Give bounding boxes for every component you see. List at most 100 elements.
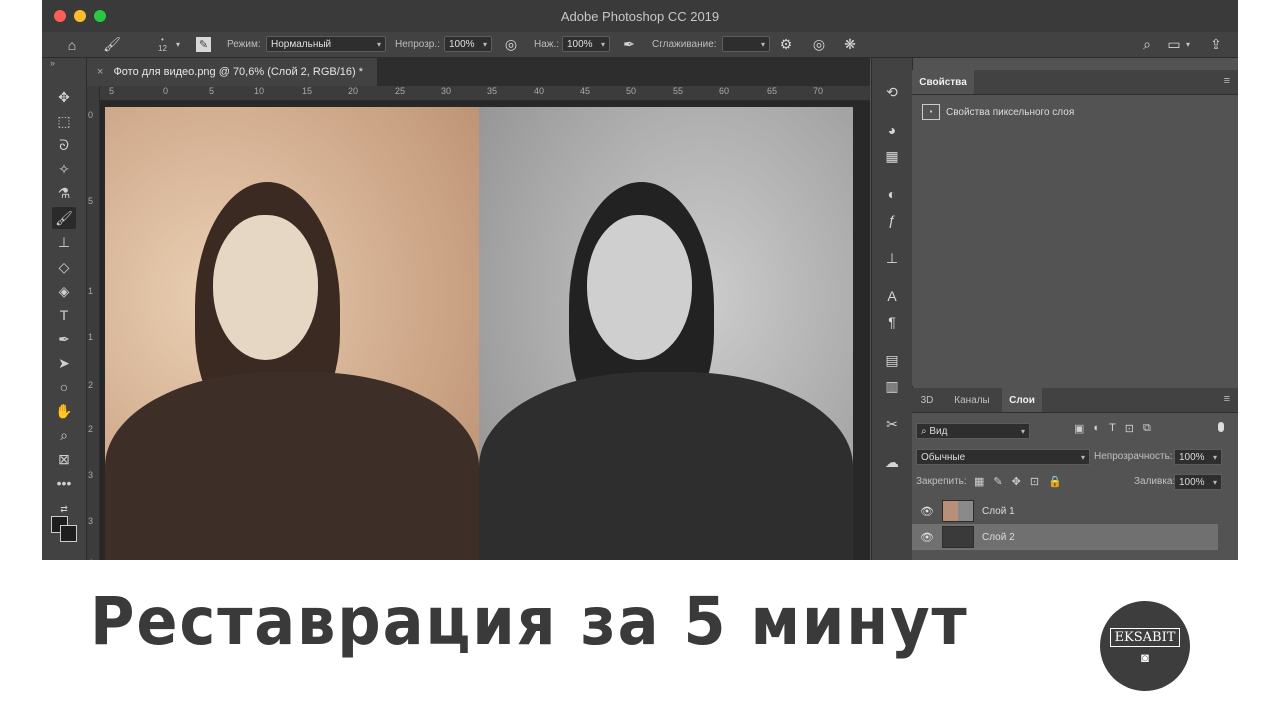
frame-tool-icon[interactable]: ⊠ xyxy=(52,448,76,470)
search-icon[interactable]: ⌕ xyxy=(1137,32,1157,57)
color-palette-icon[interactable]: ◕ xyxy=(882,120,902,140)
pressure-field[interactable]: 100% ▾ xyxy=(562,36,610,52)
tab-layers[interactable]: Слои xyxy=(1002,388,1042,412)
airbrush-icon[interactable]: ✒ xyxy=(619,32,639,57)
layer-opacity-field[interactable]: 100% ▾ xyxy=(1174,449,1222,465)
ruler-tick: 3 xyxy=(88,516,94,526)
filter-type-icon[interactable]: T xyxy=(1109,422,1116,435)
chevron-down-icon: ▾ xyxy=(1212,477,1217,487)
tab-properties[interactable]: Свойства xyxy=(912,70,974,94)
collapse-icon[interactable]: » xyxy=(50,58,55,68)
share-icon[interactable]: ⇪ xyxy=(1206,32,1226,57)
tools-preset-icon[interactable]: ✂ xyxy=(882,414,902,434)
home-icon[interactable]: ⌂ xyxy=(62,32,82,57)
document-tab[interactable]: × Фото для видео.png @ 70,6% (Слой 2, RG… xyxy=(87,58,377,86)
document-icon[interactable]: ▥ xyxy=(882,376,902,396)
lock-transparency-icon[interactable]: ▦ xyxy=(974,475,984,488)
type-tool-icon[interactable]: T xyxy=(52,304,76,326)
brush-tool-icon[interactable]: 🖌 xyxy=(52,207,76,229)
background-color-swatch[interactable] xyxy=(60,525,77,542)
tab-channels[interactable]: Каналы xyxy=(944,388,1000,412)
lock-pixels-icon[interactable]: ✎ xyxy=(993,475,1002,488)
chevron-down-icon: ▾ xyxy=(1020,426,1025,436)
filter-adjustment-icon[interactable]: ◐ xyxy=(1093,422,1100,435)
tab-3d[interactable]: 3D xyxy=(912,388,942,412)
filter-toggle[interactable] xyxy=(1218,422,1224,432)
history-icon[interactable]: ⟲ xyxy=(882,82,902,102)
eraser-tool-icon[interactable]: ◇ xyxy=(52,256,76,278)
lock-artboard-icon[interactable]: ⊡ xyxy=(1030,475,1039,488)
ruler-tick: 2 xyxy=(88,380,94,390)
bucket-tool-icon[interactable]: ◈ xyxy=(52,280,76,302)
paragraph-icon[interactable]: ¶ xyxy=(882,312,902,332)
document-tabs: × Фото для видео.png @ 70,6% (Слой 2, RG… xyxy=(87,58,870,86)
ruler-tick: 15 xyxy=(302,86,313,96)
panel-menu-icon[interactable]: ≡ xyxy=(1224,75,1230,87)
clone-source-icon[interactable]: ⊥ xyxy=(882,248,902,268)
opacity-field[interactable]: 100% ▾ xyxy=(444,36,492,52)
lock-label: Закрепить: xyxy=(916,476,967,487)
brush-panel-icon[interactable]: ✎ xyxy=(196,37,211,52)
chevron-down-icon: ▾ xyxy=(1212,452,1217,462)
notes-icon[interactable]: ▤ xyxy=(882,350,902,370)
filter-smart-icon[interactable]: ⧉ xyxy=(1143,422,1151,435)
filter-pixel-icon[interactable]: ▣ xyxy=(1074,422,1084,435)
marquee-tool-icon[interactable]: ⬚ xyxy=(52,110,76,132)
more-tools-icon[interactable]: ••• xyxy=(52,472,76,494)
chevron-down-icon[interactable]: ▾ xyxy=(1186,32,1190,57)
eyedropper-icon[interactable]: ⚗ xyxy=(52,182,76,204)
search-icon: ⌕ xyxy=(921,425,927,437)
chevron-down-icon: ▾ xyxy=(376,39,381,49)
canvas-area[interactable] xyxy=(100,101,870,580)
path-select-icon[interactable]: ➤ xyxy=(52,352,76,374)
layer-filter-select[interactable]: ⌕ Вид ▾ xyxy=(916,423,1030,439)
lock-all-icon[interactable]: 🔒 xyxy=(1048,475,1062,488)
ruler-tick: 30 xyxy=(441,86,452,96)
ruler-tick: 2 xyxy=(88,424,94,434)
close-icon[interactable]: × xyxy=(97,66,103,78)
character-icon[interactable]: A xyxy=(882,286,902,306)
panel-dock: ⟲ ◕ ▦ ◐ ƒ ⊥ A ¶ ▤ ▥ ✂ ☁ xyxy=(871,58,913,580)
hand-tool-icon[interactable]: ✋ xyxy=(52,400,76,422)
ellipse-tool-icon[interactable]: ○ xyxy=(52,376,76,398)
adjustments-icon[interactable]: ◐ xyxy=(882,184,902,204)
brush-preset-icon[interactable]: 🖌 xyxy=(102,32,122,57)
mode-select[interactable]: Нормальный ▾ xyxy=(266,36,386,52)
fill-field[interactable]: 100% ▾ xyxy=(1174,474,1222,490)
move-tool-icon[interactable]: ✥ xyxy=(52,86,76,108)
ruler-tick: 40 xyxy=(534,86,545,96)
chevron-down-icon[interactable]: ▾ xyxy=(176,32,180,57)
stamp-tool-icon[interactable]: ⊥ xyxy=(52,231,76,253)
styles-icon[interactable]: ƒ xyxy=(882,210,902,230)
ruler-tick: 0 xyxy=(163,86,169,96)
gear-icon[interactable]: ⚙ xyxy=(776,32,796,57)
symmetry-icon[interactable]: ❋ xyxy=(840,32,860,57)
visibility-eye-icon[interactable]: 👁 xyxy=(912,531,942,544)
lasso-tool-icon[interactable]: ᘐ xyxy=(52,134,76,156)
pressure-size-icon[interactable]: ◎ xyxy=(809,32,829,57)
blend-mode-value: Обычные xyxy=(921,451,966,463)
layer-thumbnail xyxy=(942,526,974,548)
swatches-icon[interactable]: ▦ xyxy=(882,146,902,166)
layer-row-selected[interactable]: 👁 Слой 2 xyxy=(912,524,1218,550)
camera-icon: ◙ xyxy=(1141,649,1149,665)
filter-shape-icon[interactable]: ⊡ xyxy=(1125,422,1134,435)
layer-row[interactable]: 👁 Слой 1 xyxy=(912,498,1218,524)
panel-menu-icon[interactable]: ≡ xyxy=(1224,393,1230,405)
pen-tool-icon[interactable]: ✒ xyxy=(52,328,76,350)
ruler-tick: 20 xyxy=(348,86,359,96)
chevron-down-icon: ▾ xyxy=(600,39,605,49)
restored-photo xyxy=(479,107,853,580)
smoothing-field[interactable]: ▾ xyxy=(722,36,770,52)
layer-name: Слой 2 xyxy=(982,531,1015,543)
zoom-tool-icon[interactable]: ⌕ xyxy=(52,424,76,446)
magic-wand-icon[interactable]: ✧ xyxy=(52,158,76,180)
chevron-down-icon: ▾ xyxy=(1080,452,1085,462)
pressure-opacity-icon[interactable]: ◎ xyxy=(501,32,521,57)
blend-mode-select[interactable]: Обычные ▾ xyxy=(916,449,1090,465)
visibility-eye-icon[interactable]: 👁 xyxy=(912,505,942,518)
workspace-icon[interactable]: ▭ xyxy=(1164,32,1184,57)
lock-position-icon[interactable]: ✥ xyxy=(1012,475,1021,488)
creative-cloud-icon[interactable]: ☁ xyxy=(882,452,902,472)
brush-size-picker[interactable]: • 12 xyxy=(158,32,167,57)
